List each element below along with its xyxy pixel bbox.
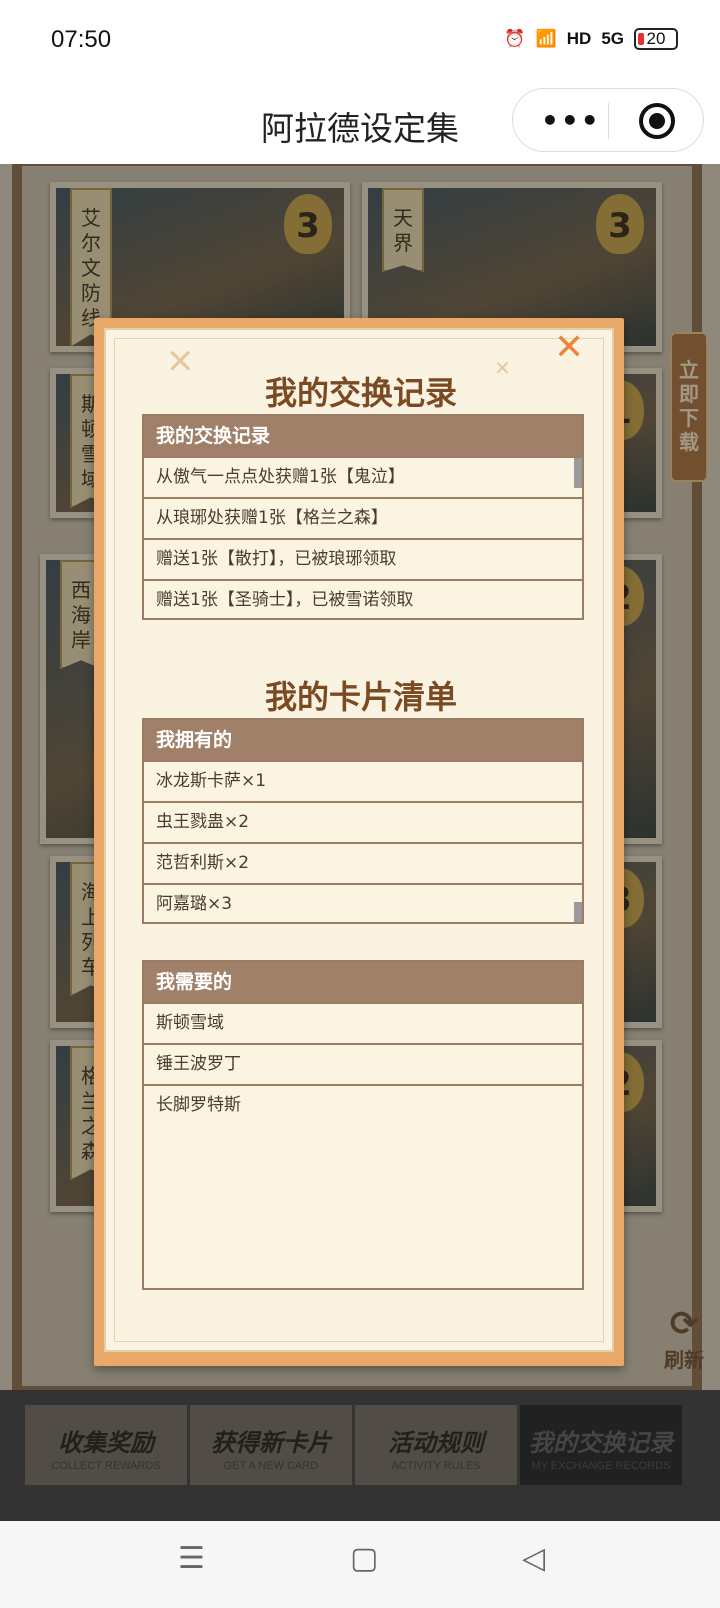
close-miniprogram-icon[interactable] xyxy=(639,103,675,139)
modal-title: 我的交换记录 xyxy=(264,374,457,412)
needed-cards-panel[interactable]: 我需要的 斯顿雪域 锤王波罗丁 长脚罗特斯 xyxy=(142,960,584,1290)
hd-icon: HD xyxy=(566,29,592,48)
panel-header: 我拥有的 xyxy=(144,720,582,760)
list-item: 赠送1张【散打】，已被琅琊领取 xyxy=(144,538,582,579)
status-icons: ⏰ 📶 HD 5G 20 xyxy=(504,28,678,50)
modal-content: ✕ ✕ 我的交换记录 我的交换记录 从傲气一点点处获赠1张【鬼泣】 从琅琊处获赠… xyxy=(104,328,614,1352)
wifi-icon: 📶 xyxy=(535,29,557,48)
status-bar: 07:50 ⏰ 📶 HD 5G 20 xyxy=(0,0,720,84)
panel-header: 我需要的 xyxy=(144,962,582,1002)
app-title-bar: 阿拉德设定集 ••• xyxy=(0,84,720,164)
back-icon[interactable]: ◁ xyxy=(522,1541,545,1576)
home-icon[interactable]: ▢ xyxy=(350,1541,378,1576)
capsule-divider xyxy=(608,103,609,139)
close-icon[interactable]: ✕ xyxy=(554,330,584,366)
menu-icon[interactable]: ☰ xyxy=(178,1541,205,1576)
panel-header: 我的交换记录 xyxy=(144,416,582,456)
mini-program-capsule: ••• xyxy=(512,88,704,152)
scrollbar[interactable] xyxy=(574,902,582,922)
list-item: 范哲利斯×2 xyxy=(144,842,582,883)
network-icon: 5G xyxy=(601,29,624,48)
scrollbar[interactable] xyxy=(574,458,582,488)
list-item: 锤王波罗丁 xyxy=(144,1043,582,1084)
list-item: 阿嘉璐×3 xyxy=(144,883,582,924)
alarm-icon: ⏰ xyxy=(504,29,526,48)
exchange-records-modal: ✕ ✕ 我的交换记录 我的交换记录 从傲气一点点处获赠1张【鬼泣】 从琅琊处获赠… xyxy=(94,318,624,1366)
more-icon[interactable]: ••• xyxy=(541,104,601,137)
exchange-records-panel[interactable]: 我的交换记录 从傲气一点点处获赠1张【鬼泣】 从琅琊处获赠1张【格兰之森】 赠送… xyxy=(142,414,584,620)
status-time: 07:50 xyxy=(51,26,112,53)
list-item: 赠送1张【圣骑士】，已被雪诺领取 xyxy=(144,579,582,620)
list-item: 斯顿雪域 xyxy=(144,1002,582,1043)
system-nav-bar: ☰ ▢ ◁ xyxy=(0,1521,720,1608)
list-item: 虫王戮蛊×2 xyxy=(144,801,582,842)
list-item: 冰龙斯卡萨×1 xyxy=(144,760,582,801)
list-item: 从傲气一点点处获赠1张【鬼泣】 xyxy=(144,456,582,497)
card-list-title: 我的卡片清单 xyxy=(264,678,457,716)
battery-icon: 20 xyxy=(634,28,678,50)
list-item: 从琅琊处获赠1张【格兰之森】 xyxy=(144,497,582,538)
owned-cards-panel[interactable]: 我拥有的 冰龙斯卡萨×1 虫王戮蛊×2 范哲利斯×2 阿嘉璐×3 xyxy=(142,718,584,924)
list-item: 长脚罗特斯 xyxy=(144,1084,582,1125)
